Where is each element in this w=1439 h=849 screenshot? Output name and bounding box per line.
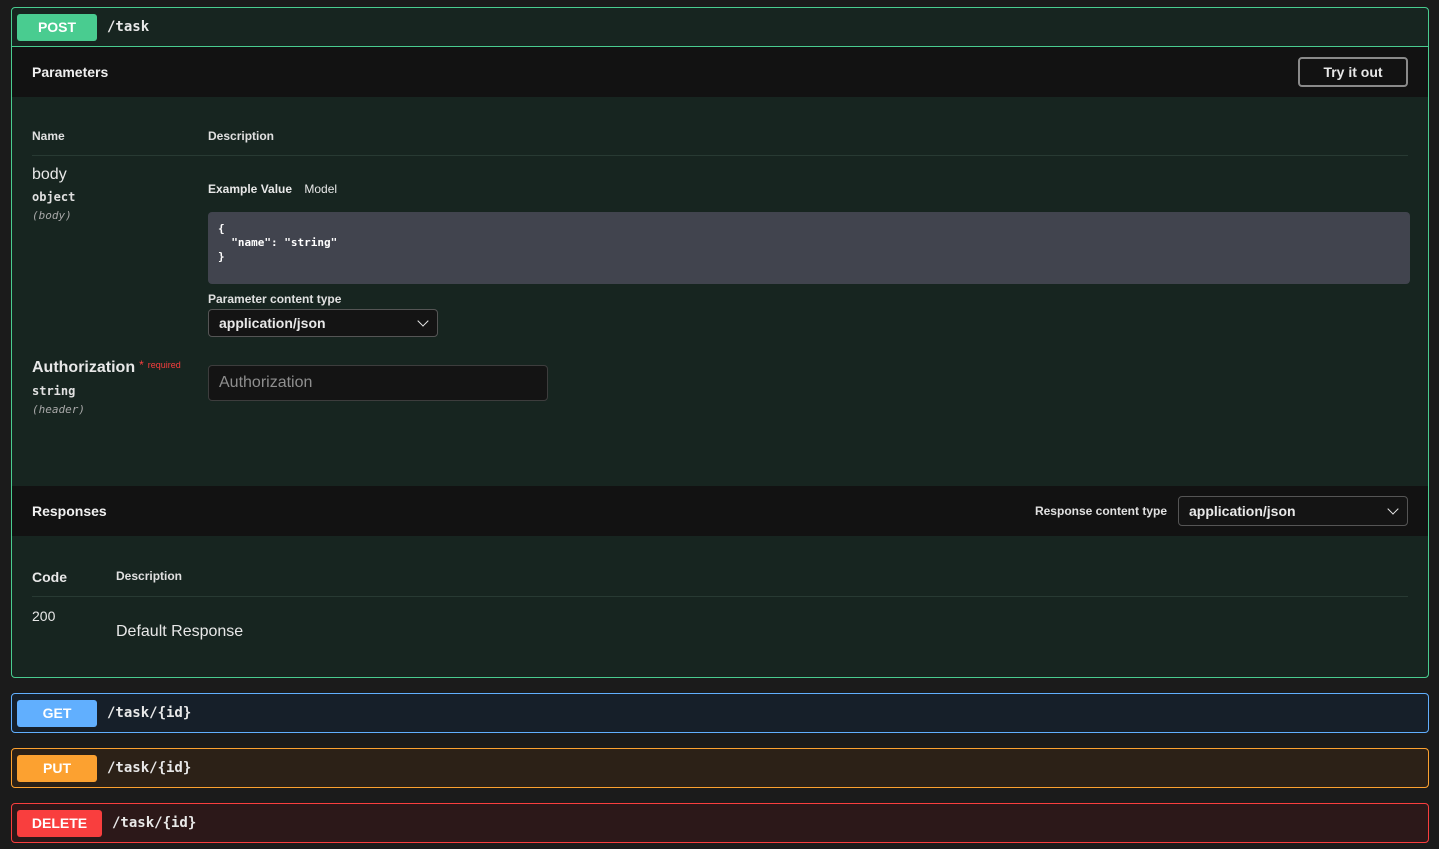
response-content-type: Response content type application/json (1035, 496, 1408, 526)
delete-task-operation[interactable]: DELETE /task/{id} (11, 803, 1429, 843)
responses-title: Responses (32, 503, 107, 519)
put-method-badge: PUT (17, 754, 97, 782)
authorization-input[interactable] (208, 365, 548, 401)
get-method-badge: GET (17, 699, 97, 727)
parameters-title: Parameters (32, 64, 109, 80)
post-method-badge: POST (17, 13, 97, 41)
put-task-operation[interactable]: PUT /task/{id} (11, 748, 1429, 788)
auth-param-type: string (32, 384, 76, 398)
auth-param-name: Authorization (32, 359, 136, 376)
chevron-down-icon (417, 315, 429, 327)
example-value-code: { "name": "string" } (208, 212, 1410, 284)
get-path: /task/{id} (107, 705, 192, 721)
response-content-type-select[interactable]: application/json (1178, 496, 1408, 526)
param-description-header: Description (208, 129, 275, 143)
tab-example-value[interactable]: Example Value (208, 182, 292, 196)
response-description-header: Description (116, 569, 183, 583)
body-param-name: body (32, 166, 67, 183)
body-param-in: (body) (32, 209, 72, 222)
response-code-header: Code (32, 569, 67, 585)
response-code: 200 (32, 608, 56, 624)
response-content-type-value: application/json (1189, 503, 1296, 519)
parameters-header: Parameters Try it out (12, 47, 1428, 97)
post-task-operation: POST /task Parameters Try it out Name De… (11, 7, 1429, 678)
auth-param-in: (header) (32, 403, 85, 416)
chevron-down-icon (1387, 503, 1399, 515)
delete-method-badge: DELETE (17, 809, 102, 837)
response-description: Default Response (116, 623, 244, 640)
post-path: /task (107, 19, 150, 35)
param-name-header: Name (32, 129, 65, 143)
body-param-type: object (32, 190, 76, 204)
param-content-type-label: Parameter content type (208, 292, 342, 306)
put-task-summary[interactable]: PUT /task/{id} (12, 749, 1428, 787)
required-label: required (147, 360, 181, 370)
get-task-operation[interactable]: GET /task/{id} (11, 693, 1429, 733)
get-task-summary[interactable]: GET /task/{id} (12, 694, 1428, 732)
required-star: * (139, 358, 144, 372)
tab-model[interactable]: Model (304, 182, 337, 196)
param-header-divider (32, 155, 1408, 156)
put-path: /task/{id} (107, 760, 192, 776)
auth-param-name-row: Authorization * required (32, 358, 181, 377)
param-content-type-value: application/json (219, 315, 326, 331)
post-task-summary[interactable]: POST /task (12, 8, 1428, 47)
response-content-type-label: Response content type (1034, 504, 1167, 518)
param-content-type-select[interactable]: application/json (208, 309, 438, 337)
response-header-divider (32, 596, 1408, 597)
delete-task-summary[interactable]: DELETE /task/{id} (12, 804, 1428, 842)
responses-header: Responses Response content type applicat… (12, 486, 1428, 536)
example-model-tabs: Example Value Model (208, 182, 337, 196)
delete-path: /task/{id} (112, 815, 197, 831)
try-it-out-button[interactable]: Try it out (1298, 57, 1408, 87)
